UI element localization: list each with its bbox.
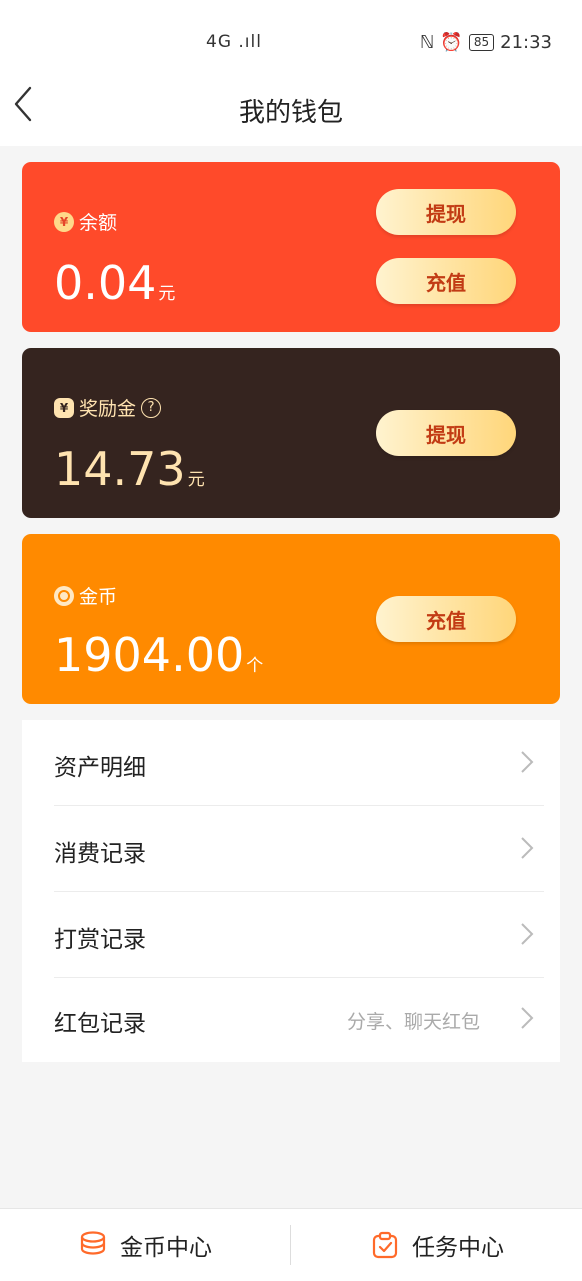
balance-amount: 0.04: [54, 256, 157, 310]
menu-item-subtitle: 分享、聊天红包: [346, 1011, 480, 1033]
coins-amount-row: 1904.00 个: [54, 632, 263, 689]
balance-unit: 元: [158, 284, 176, 304]
reward-label-row: ¥ 奖励金 ?: [54, 394, 162, 421]
balance-label: 余额: [79, 212, 118, 234]
reward-label: 奖励金: [79, 398, 137, 420]
reward-withdraw-button[interactable]: 提现: [376, 410, 516, 456]
tab-separator: [290, 1225, 291, 1265]
menu-item-red-packet-records[interactable]: 红包记录 分享、聊天红包: [22, 976, 560, 1062]
nav-bar: 我的钱包: [0, 70, 582, 146]
money-bag-icon: ¥: [54, 397, 74, 418]
coin-icon: [54, 585, 74, 606]
tab-task-center[interactable]: 任务中心: [292, 1209, 582, 1281]
wallet-menu: 资产明细 消费记录 打赏记录 红包记录 分享、聊天红包: [22, 720, 560, 1062]
help-icon[interactable]: ?: [141, 397, 162, 418]
reward-amount: 14.73: [54, 442, 186, 496]
status-right: ℕ ⏰ 85 21:33: [420, 32, 552, 53]
balance-amount-row: 0.04 元: [54, 260, 175, 317]
yen-icon: ¥: [54, 211, 74, 232]
page-title: 我的钱包: [238, 98, 343, 128]
reward-unit: 元: [187, 470, 205, 490]
menu-item-tip-records[interactable]: 打赏记录: [22, 892, 560, 978]
chevron-right-icon: [521, 923, 534, 945]
menu-item-label: 红包记录: [54, 1011, 146, 1037]
reward-card: ¥ 奖励金 ? 14.73 元 提现: [22, 348, 560, 518]
menu-item-asset-details[interactable]: 资产明细: [22, 720, 560, 806]
nfc-icon: ℕ: [420, 32, 435, 53]
chevron-right-icon: [521, 751, 534, 773]
balance-card: ¥ 余额 0.04 元 提现 充值: [22, 162, 560, 332]
menu-item-label: 消费记录: [54, 841, 146, 867]
balance-withdraw-button[interactable]: 提现: [376, 189, 516, 235]
coins-unit: 个: [246, 656, 264, 676]
coins-recharge-button[interactable]: 充值: [376, 596, 516, 642]
balance-label-row: ¥ 余额: [54, 208, 117, 235]
battery-icon: 85: [468, 34, 495, 51]
coins-label-row: 金币: [54, 582, 117, 609]
coins-amount: 1904.00: [54, 628, 245, 682]
bottom-tab-bar: 金币中心 任务中心: [0, 1208, 582, 1281]
clipboard-check-icon: [372, 1231, 398, 1259]
tab-label: 金币中心: [120, 1235, 212, 1261]
tab-coin-center[interactable]: 金币中心: [0, 1209, 290, 1281]
status-time: 21:33: [500, 32, 552, 53]
coins-card: 金币 1904.00 个 充值: [22, 534, 560, 704]
coin-stack-icon: [80, 1231, 106, 1255]
alarm-icon: ⏰: [440, 32, 463, 53]
menu-item-consumption-records[interactable]: 消费记录: [22, 806, 560, 892]
reward-amount-row: 14.73 元: [54, 446, 205, 503]
tab-label: 任务中心: [412, 1235, 504, 1261]
menu-item-label: 资产明细: [54, 755, 146, 781]
network-indicator: 4G .ıll: [206, 32, 262, 52]
chevron-right-icon: [521, 837, 534, 859]
chevron-right-icon: [521, 1007, 534, 1029]
menu-item-label: 打赏记录: [54, 927, 146, 953]
balance-recharge-button[interactable]: 充值: [376, 258, 516, 304]
coins-label: 金币: [79, 586, 118, 608]
